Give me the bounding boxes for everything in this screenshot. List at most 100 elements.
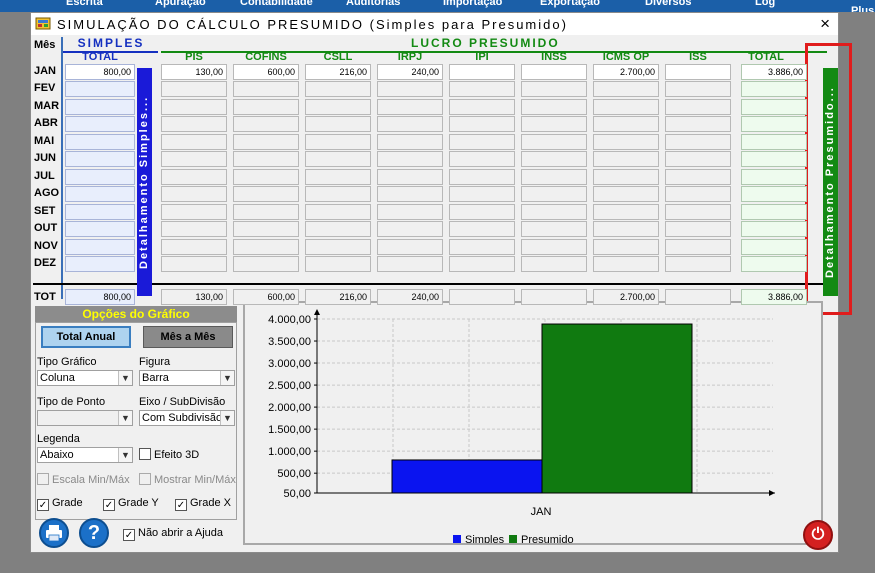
value-cell[interactable] xyxy=(665,64,731,80)
grade-x-checkbox[interactable]: ✓ Grade X xyxy=(175,497,231,511)
value-cell[interactable] xyxy=(665,134,731,150)
value-cell[interactable] xyxy=(65,134,135,150)
value-cell[interactable] xyxy=(305,169,371,185)
value-cell[interactable] xyxy=(593,186,659,202)
value-cell[interactable] xyxy=(65,81,135,97)
escala-min-max-checkbox[interactable]: Escala Min/Máx xyxy=(37,473,130,486)
value-cell[interactable] xyxy=(377,81,443,97)
value-cell[interactable] xyxy=(233,204,299,220)
value-cell[interactable]: 240,00 xyxy=(377,64,443,80)
value-cell[interactable] xyxy=(305,151,371,167)
value-cell[interactable] xyxy=(593,134,659,150)
value-cell[interactable] xyxy=(377,239,443,255)
mostrar-min-max-checkbox[interactable]: Mostrar Min/Máx xyxy=(139,473,236,486)
value-cell[interactable] xyxy=(449,134,515,150)
value-cell[interactable] xyxy=(741,169,807,185)
menu-item-diversos[interactable]: Diversos xyxy=(645,0,691,8)
value-cell[interactable] xyxy=(449,186,515,202)
menu-item-exportação[interactable]: Exportação xyxy=(540,0,600,8)
value-cell[interactable] xyxy=(233,116,299,132)
value-cell[interactable] xyxy=(593,239,659,255)
value-cell[interactable] xyxy=(521,221,587,237)
figura-select[interactable]: Barra ▼ xyxy=(139,370,235,386)
value-cell[interactable] xyxy=(593,204,659,220)
detalhamento-simples-button[interactable]: Detalhamento Simples... xyxy=(137,68,152,296)
value-cell[interactable] xyxy=(449,256,515,272)
value-cell[interactable] xyxy=(665,204,731,220)
value-cell[interactable] xyxy=(593,99,659,115)
value-cell[interactable] xyxy=(161,99,227,115)
value-cell[interactable] xyxy=(305,186,371,202)
value-cell[interactable] xyxy=(65,99,135,115)
value-cell[interactable] xyxy=(377,221,443,237)
close-button[interactable]: × xyxy=(820,14,830,33)
tipo-ponto-select[interactable]: ▼ xyxy=(37,410,133,426)
value-cell[interactable] xyxy=(665,99,731,115)
value-cell[interactable] xyxy=(665,256,731,272)
value-cell[interactable] xyxy=(161,256,227,272)
value-cell[interactable] xyxy=(593,81,659,97)
value-cell[interactable] xyxy=(741,116,807,132)
value-cell[interactable] xyxy=(233,239,299,255)
value-cell[interactable] xyxy=(305,134,371,150)
value-cell[interactable] xyxy=(65,221,135,237)
value-cell[interactable] xyxy=(449,99,515,115)
value-cell[interactable] xyxy=(65,256,135,272)
value-cell[interactable] xyxy=(521,81,587,97)
value-cell[interactable] xyxy=(449,204,515,220)
eixo-select[interactable]: Com Subdivisão ▼ xyxy=(139,410,235,426)
value-cell[interactable] xyxy=(377,169,443,185)
value-cell[interactable] xyxy=(161,186,227,202)
value-cell[interactable] xyxy=(521,239,587,255)
nao-abrir-ajuda-checkbox[interactable]: ✓ Não abrir a Ajuda xyxy=(123,527,223,541)
value-cell[interactable] xyxy=(161,169,227,185)
value-cell[interactable]: 216,00 xyxy=(305,64,371,80)
menu-item-auditorias[interactable]: Auditorias xyxy=(346,0,400,8)
value-cell[interactable] xyxy=(161,221,227,237)
value-cell[interactable] xyxy=(305,221,371,237)
value-cell[interactable] xyxy=(521,169,587,185)
value-cell[interactable] xyxy=(305,204,371,220)
value-cell[interactable] xyxy=(449,239,515,255)
value-cell[interactable] xyxy=(233,151,299,167)
value-cell[interactable] xyxy=(161,134,227,150)
value-cell[interactable] xyxy=(161,239,227,255)
value-cell[interactable] xyxy=(741,99,807,115)
value-cell[interactable] xyxy=(665,169,731,185)
value-cell[interactable] xyxy=(377,256,443,272)
value-cell[interactable]: 3.886,00 xyxy=(741,64,807,80)
value-cell[interactable] xyxy=(65,169,135,185)
value-cell[interactable] xyxy=(449,81,515,97)
value-cell[interactable] xyxy=(65,204,135,220)
value-cell[interactable] xyxy=(377,134,443,150)
value-cell[interactable] xyxy=(741,134,807,150)
tipo-grafico-select[interactable]: Coluna ▼ xyxy=(37,370,133,386)
menu-item-log[interactable]: Log xyxy=(755,0,775,8)
value-cell[interactable] xyxy=(593,169,659,185)
value-cell[interactable] xyxy=(161,151,227,167)
value-cell[interactable] xyxy=(521,99,587,115)
value-cell[interactable] xyxy=(377,204,443,220)
value-cell[interactable] xyxy=(665,151,731,167)
menu-item-apuração[interactable]: Apuração xyxy=(155,0,206,8)
grade-checkbox[interactable]: ✓ Grade xyxy=(37,497,83,511)
value-cell[interactable] xyxy=(449,151,515,167)
value-cell[interactable] xyxy=(521,186,587,202)
value-cell[interactable] xyxy=(593,256,659,272)
value-cell[interactable] xyxy=(521,116,587,132)
value-cell[interactable] xyxy=(305,99,371,115)
value-cell[interactable] xyxy=(377,151,443,167)
efeito-3d-checkbox[interactable]: Efeito 3D xyxy=(139,448,199,461)
value-cell[interactable] xyxy=(233,134,299,150)
menu-item-plus[interactable]: Plus xyxy=(851,5,874,12)
value-cell[interactable] xyxy=(521,204,587,220)
value-cell[interactable] xyxy=(521,256,587,272)
value-cell[interactable] xyxy=(65,151,135,167)
value-cell[interactable] xyxy=(741,221,807,237)
value-cell[interactable] xyxy=(305,239,371,255)
value-cell[interactable] xyxy=(305,256,371,272)
value-cell[interactable] xyxy=(665,221,731,237)
grade-y-checkbox[interactable]: ✓ Grade Y xyxy=(103,497,159,511)
value-cell[interactable] xyxy=(665,116,731,132)
value-cell[interactable]: 600,00 xyxy=(233,64,299,80)
